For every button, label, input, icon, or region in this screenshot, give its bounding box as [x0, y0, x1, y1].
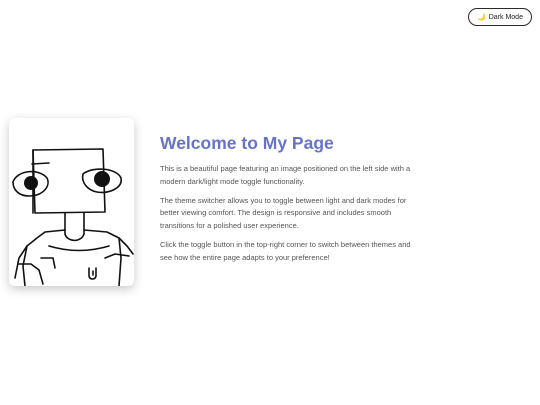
moon-icon: 🌙 [477, 13, 486, 21]
theme-toggle-label: Dark Mode [488, 13, 523, 21]
page-title: Welcome to My Page [160, 133, 334, 153]
toggle-instructions-paragraph: Click the toggle button in the top-right… [160, 239, 411, 262]
page: 🌙 Dark Mode Welcome to My Page This is a… [0, 0, 540, 405]
theme-paragraph: The theme switcher allows you to toggle … [160, 195, 407, 231]
main-content: Welcome to My Page This is a beautiful p… [160, 133, 412, 271]
robot-drawing-image [12, 148, 134, 286]
theme-toggle-button[interactable]: 🌙 Dark Mode [468, 8, 532, 26]
intro-paragraph: This is a beautiful page featuring an im… [160, 164, 411, 186]
image-card [9, 118, 134, 286]
